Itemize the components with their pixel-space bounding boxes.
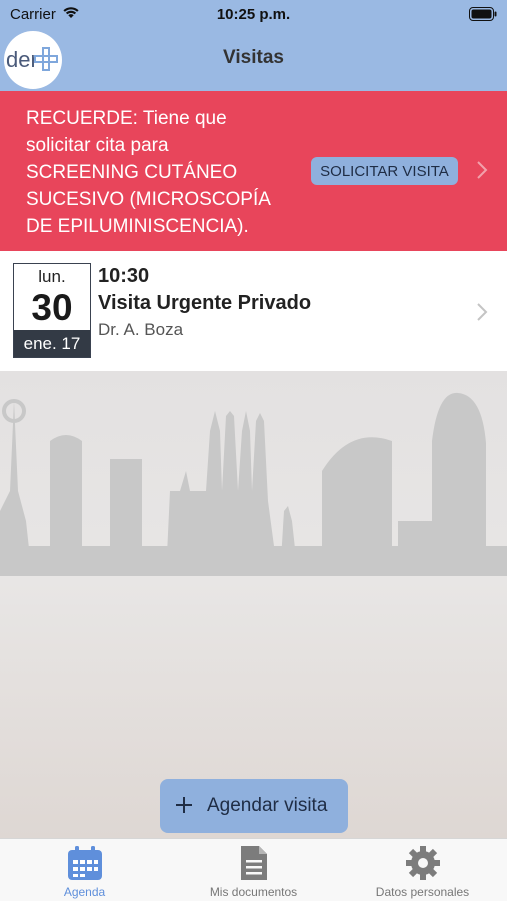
visit-month-year: ene. 17: [14, 330, 90, 357]
gear-icon: [404, 844, 442, 887]
chevron-right-icon: [476, 302, 488, 327]
document-icon: [235, 844, 273, 887]
date-badge: lun. 30 ene. 17: [13, 263, 91, 358]
visit-day: 30: [31, 287, 73, 328]
tab-datos-personales-label: Datos personales: [375, 885, 470, 899]
city-skyline-background: [0, 371, 507, 838]
reminder-message: RECUERDE: Tiene que solicitar cita para …: [26, 108, 271, 237]
tab-agenda-label: Agenda: [63, 885, 106, 899]
tab-mis-documentos[interactable]: Mis documentos: [169, 839, 338, 901]
plus-icon: [175, 796, 193, 820]
tab-agenda[interactable]: Agenda: [0, 839, 169, 901]
visit-title: Visita Urgente Privado: [98, 292, 312, 314]
solicitar-visita-button[interactable]: SOLICITAR VISITA: [311, 157, 458, 185]
agendar-visita-button[interactable]: Agendar visita: [160, 779, 348, 833]
app-header: Carrier 10:25 p.m. der Visitas: [0, 0, 507, 91]
battery-icon: [469, 7, 497, 26]
agendar-visita-label: Agendar visita: [207, 795, 328, 816]
chevron-right-icon: [476, 160, 488, 185]
visit-time: 10:30: [98, 265, 150, 287]
page-title: Visitas: [223, 47, 284, 68]
calendar-icon: [66, 844, 104, 887]
tab-mis-documentos-label: Mis documentos: [209, 885, 298, 899]
tab-datos-personales[interactable]: Datos personales: [338, 839, 507, 901]
visit-doctor: Dr. A. Boza: [98, 320, 184, 339]
visit-day-of-week: lun.: [38, 267, 66, 286]
status-bar: Carrier 10:25 p.m.: [0, 0, 507, 30]
visit-list-item[interactable]: lun. 30 ene. 17 10:30 Visita Urgente Pri…: [0, 251, 507, 371]
tab-bar: Agenda Mis documentos Datos personales: [0, 838, 507, 901]
status-time: 10:25 p.m.: [216, 6, 291, 23]
